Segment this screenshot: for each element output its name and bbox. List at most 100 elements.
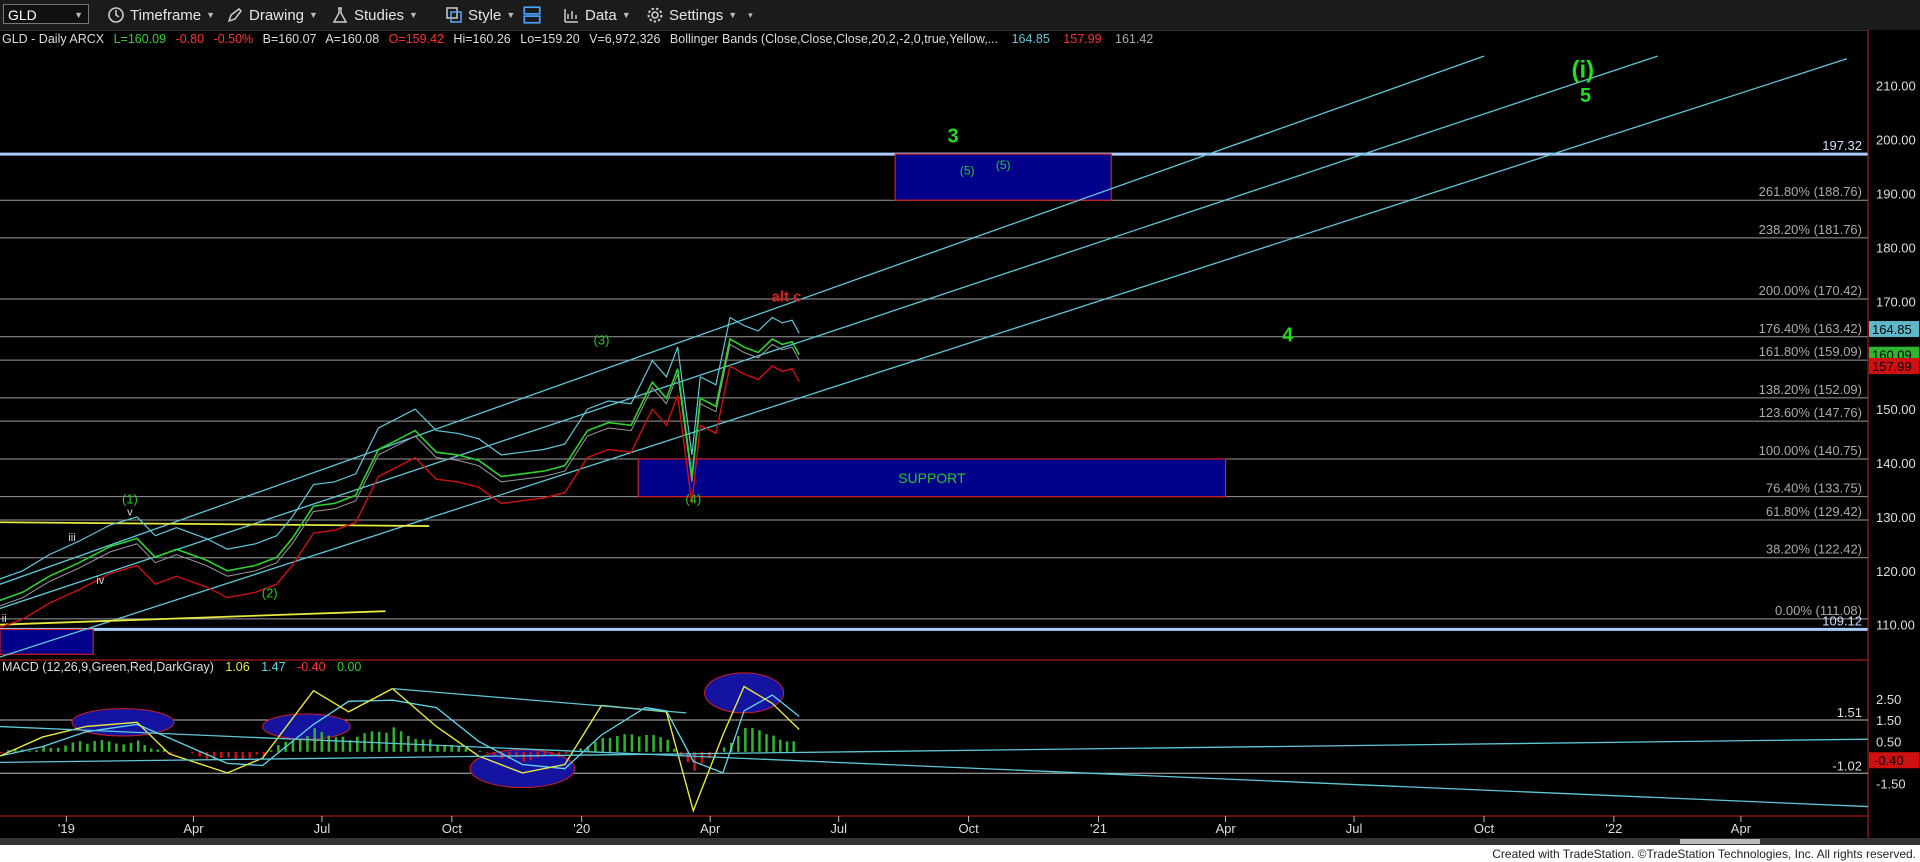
channel-line xyxy=(0,55,1658,610)
time-tick-label: '21 xyxy=(1090,821,1107,836)
drawing-menu[interactable]: Drawing ▼ xyxy=(226,5,318,25)
chevron-down-icon: ▼ xyxy=(206,10,216,20)
macd-histogram-bar xyxy=(122,744,125,752)
time-tick-label: Jul xyxy=(830,821,847,836)
style-label: Style xyxy=(468,6,502,24)
macd-histogram-bar xyxy=(241,751,244,760)
macd-histogram-bar xyxy=(630,734,634,752)
macd-histogram-bar xyxy=(601,737,604,752)
chevron-down-icon: ▼ xyxy=(409,10,418,20)
macd-histogram-bar xyxy=(191,751,194,754)
settings-label: Settings xyxy=(669,6,724,24)
macd-histogram-bar xyxy=(645,734,648,752)
wave-label: iii xyxy=(68,532,75,544)
macd-histogram-bar xyxy=(436,745,439,752)
time-tick-label: Oct xyxy=(1474,821,1495,836)
macd-histogram-bar xyxy=(792,741,795,752)
macd-histogram-bar xyxy=(637,736,641,752)
price-badge-label: 164.85 xyxy=(1872,322,1912,337)
layout-button[interactable] xyxy=(521,5,543,25)
studies-menu[interactable]: Studies ▼ xyxy=(331,5,418,25)
fib-label: 200.00% (170.42) xyxy=(1759,283,1862,298)
scrollbar-thumb[interactable] xyxy=(1680,839,1760,844)
macd-histogram-bar xyxy=(744,727,747,752)
data-menu[interactable]: Data ▼ xyxy=(562,5,631,25)
macd-histogram-bar xyxy=(522,751,525,762)
wave-label: (4) xyxy=(685,491,701,506)
macd-histogram-bar xyxy=(28,750,31,752)
macd-line xyxy=(0,685,800,814)
macd-histogram-bar xyxy=(64,745,67,752)
symbol-line: GLD - Daily ARCX xyxy=(2,32,105,46)
macd-histogram-bar xyxy=(414,738,417,752)
macd-zero: 0.00 xyxy=(337,660,361,674)
open: O=159.42 xyxy=(389,32,444,46)
price-tick-label: 170.00 xyxy=(1876,294,1916,309)
gear-icon xyxy=(647,7,663,23)
style-menu[interactable]: Style ▼ xyxy=(445,5,515,25)
macd-histogram-bar xyxy=(377,731,381,752)
zone-label: (5) xyxy=(996,158,1011,172)
macd-histogram-bar xyxy=(652,735,655,752)
studies-label: Studies xyxy=(354,6,405,24)
macd-histogram-bar xyxy=(594,741,597,752)
macd-histogram-bar xyxy=(722,747,726,752)
fib-label: 123.60% (147.76) xyxy=(1759,405,1862,420)
macd-histogram-bar xyxy=(115,743,118,752)
macd-level-label: 1.51 xyxy=(1837,705,1862,720)
macd-histogram-bar xyxy=(107,741,111,752)
macd-histogram-bar xyxy=(666,739,669,752)
chevron-down-icon: ▼ xyxy=(74,10,83,20)
symbol-input[interactable]: GLD ▼ xyxy=(3,4,89,24)
macd-histogram-bar xyxy=(334,737,338,752)
channel-lines xyxy=(0,55,1848,658)
time-tick-label: Oct xyxy=(442,821,463,836)
macd-histogram-bar xyxy=(156,749,159,752)
fib-label: 38.20% (122.42) xyxy=(1766,542,1862,557)
bb-lower: 157.99 xyxy=(1063,32,1101,46)
bb-mid: 161.42 xyxy=(1115,32,1153,46)
macd-tick-label: 0.50 xyxy=(1876,734,1901,749)
horizontal-scrollbar[interactable] xyxy=(0,838,1920,845)
time-tick-label: Jul xyxy=(314,821,331,836)
trend-line xyxy=(0,521,430,527)
price-tick-label: 150.00 xyxy=(1876,402,1916,417)
macd-trend-line xyxy=(0,725,1869,808)
macd-histogram-bar xyxy=(129,743,133,752)
macd-tick-label: -0.40 xyxy=(1874,753,1904,768)
wave-label: (5) xyxy=(960,164,975,178)
wave-label: (3) xyxy=(594,332,610,347)
price-tick-label: 120.00 xyxy=(1876,564,1916,579)
macd-histogram-bar xyxy=(659,737,662,752)
macd-histogram-bar xyxy=(93,741,96,752)
data-label: Data xyxy=(585,6,617,24)
wave-label: v xyxy=(127,506,133,518)
price-tick-label: 110.00 xyxy=(1876,618,1915,633)
wave-label: (i) xyxy=(1571,57,1594,84)
trend-line xyxy=(0,610,386,626)
macd-ellipse xyxy=(704,672,785,714)
timeframe-menu[interactable]: Timeframe ▼ xyxy=(107,5,215,25)
high: Hi=160.26 xyxy=(453,32,510,46)
macd-histogram-bar xyxy=(785,741,789,752)
macd-histogram-bar xyxy=(306,736,309,752)
macd-histogram-bar xyxy=(421,739,425,752)
flask-icon xyxy=(332,7,348,23)
time-tick-label: Apr xyxy=(183,821,204,836)
macd-histogram-bar xyxy=(536,751,540,758)
macd-level-label: -1.02 xyxy=(1832,758,1862,773)
channel-line xyxy=(0,58,1848,658)
macd-histogram-bar xyxy=(71,742,75,752)
macd-histogram-bar xyxy=(277,744,280,752)
macd-tick-label: -1.50 xyxy=(1876,776,1906,791)
settings-menu[interactable]: Settings ▼ ▾ xyxy=(646,5,753,25)
bollinger-upper xyxy=(0,316,800,580)
chevron-down-icon: ▼ xyxy=(728,10,738,20)
wave-label: (2) xyxy=(262,586,278,601)
macd-histogram-bar xyxy=(78,741,82,752)
macd-ellipse xyxy=(262,713,351,740)
price-chart[interactable]: 261.80% (188.76) 238.20% (181.76) 200.00% … xyxy=(0,30,1920,862)
wave-label: ii xyxy=(2,613,7,625)
macd-histogram-bar xyxy=(198,751,201,757)
macd-histogram-bar xyxy=(320,731,324,752)
